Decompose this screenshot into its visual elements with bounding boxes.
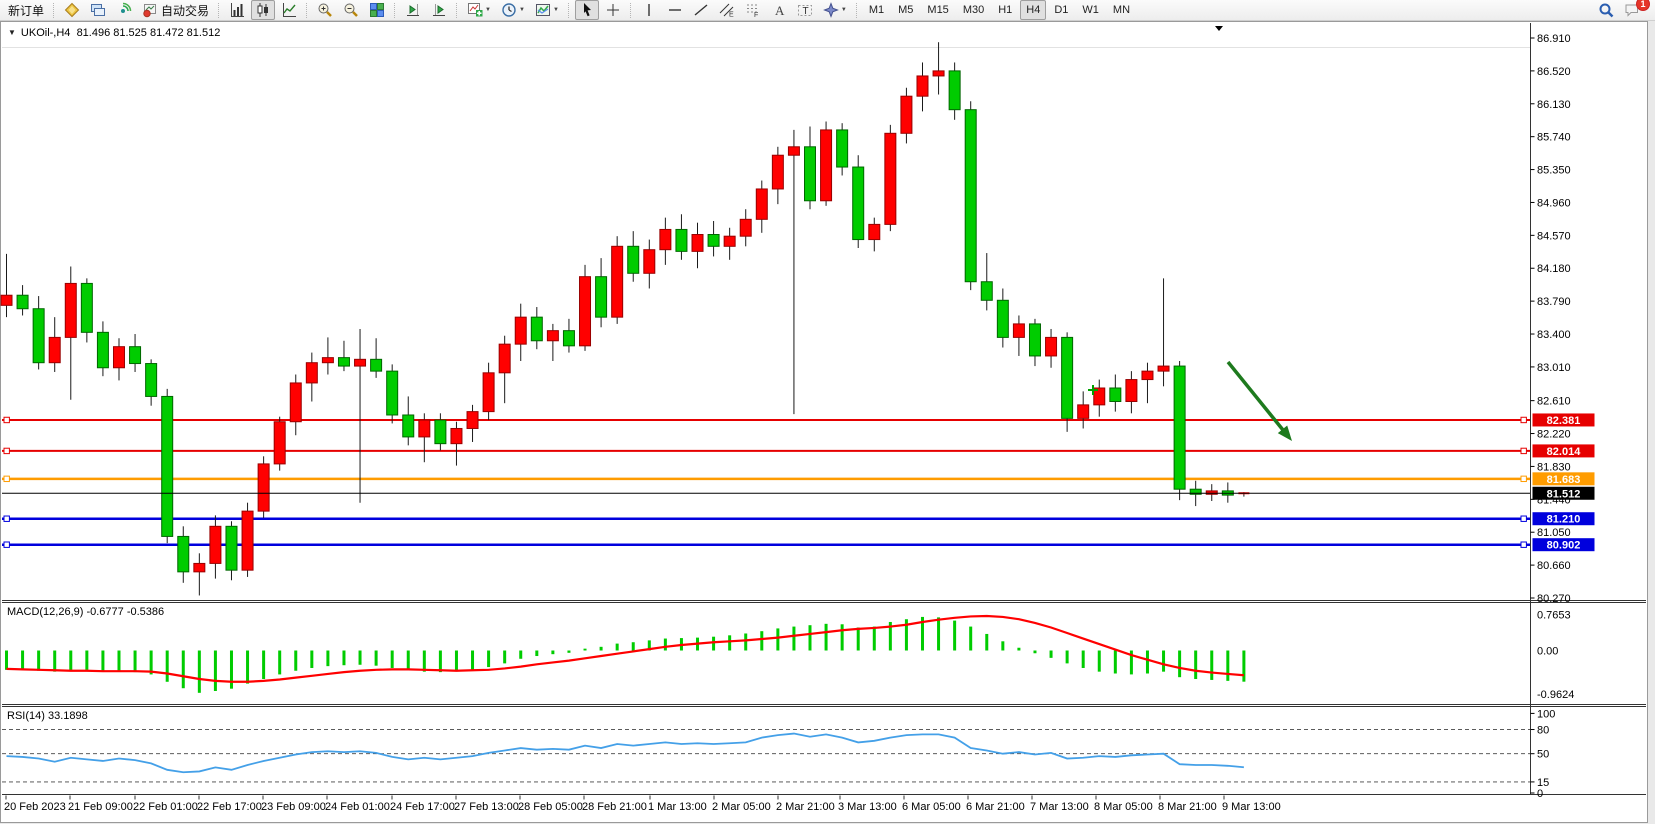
auto-scroll-icon [405, 2, 421, 18]
svg-text:A: A [775, 3, 785, 18]
horizontal-line-button[interactable] [663, 0, 687, 20]
rsi-indicator-label: RSI(14) 33.1898 [7, 710, 88, 722]
toolbar-right-group: 1 [1593, 0, 1645, 20]
new-order-button[interactable]: 新订单 [4, 0, 48, 20]
toolbar-separator [306, 3, 308, 18]
chevron-down-icon: ▼ [485, 7, 491, 13]
line-chart-icon [281, 2, 297, 18]
chevron-down-icon: ▼ [553, 7, 559, 13]
candlestick-chart-icon [255, 2, 271, 18]
text-icon: A [771, 2, 787, 18]
zoom-in-button[interactable] [313, 0, 337, 20]
templates-button[interactable]: ▼ [531, 0, 563, 20]
autotrade-icon [142, 2, 158, 18]
crosshair-button[interactable] [601, 0, 625, 20]
zoom-in-icon [317, 2, 333, 18]
timeframe-button-D1[interactable]: D1 [1048, 0, 1074, 20]
svg-text:F: F [754, 12, 758, 18]
cursor-icon [579, 2, 595, 18]
text-label-button[interactable]: T [793, 0, 817, 20]
toolbar-separator [856, 3, 858, 18]
cursor-button[interactable] [575, 0, 599, 20]
add-indicator-button[interactable]: ▼ [463, 0, 495, 20]
timeframe-button-W1[interactable]: W1 [1076, 0, 1105, 20]
search-button[interactable] [1594, 0, 1618, 20]
autotrade-button[interactable]: 自动交易 [138, 0, 213, 20]
zoom-out-icon [343, 2, 359, 18]
timeframe-button-M1[interactable]: M1 [863, 0, 890, 20]
equidistant-channel-button[interactable]: E [715, 0, 739, 20]
chart-shift-button[interactable] [427, 0, 451, 20]
symbol-period-label: UKOil-,H4 [21, 27, 71, 39]
collapse-arrow-icon[interactable]: ▼ [8, 28, 16, 37]
charm-icon [64, 2, 80, 18]
periodicity-button[interactable]: ▼ [497, 0, 529, 20]
trendline-button[interactable] [689, 0, 713, 20]
timeframe-button-M30[interactable]: M30 [957, 0, 990, 20]
tile-windows-button[interactable] [365, 0, 389, 20]
auto-scroll-button[interactable] [401, 0, 425, 20]
candlestick-chart-button[interactable] [251, 0, 275, 20]
horizontal-line-icon [667, 2, 683, 18]
add-indicator-icon [467, 2, 483, 18]
search-icon [1598, 2, 1614, 18]
vertical-line-button[interactable] [637, 0, 661, 20]
autotrade-button-label: 自动交易 [161, 2, 209, 19]
macd-indicator-label: MACD(12,26,9) -0.6777 -0.5386 [7, 606, 164, 618]
timeframe-button-MN[interactable]: MN [1107, 0, 1136, 20]
text-button[interactable]: A [767, 0, 791, 20]
zoom-out-button[interactable] [339, 0, 363, 20]
notification-badge: 1 [1636, 0, 1650, 11]
bar-chart-icon [229, 2, 245, 18]
fibonacci-button[interactable]: F [741, 0, 765, 20]
equidistant-channel-icon: E [719, 2, 735, 18]
fibonacci-icon: F [745, 2, 761, 18]
tile-windows-icon [369, 2, 385, 18]
text-label-icon: T [797, 2, 813, 18]
trendline-icon [693, 2, 709, 18]
timeframe-button-M15[interactable]: M15 [921, 0, 954, 20]
shapes-button[interactable]: ▼ [819, 0, 851, 20]
vertical-line-icon [641, 2, 657, 18]
ohlc-values: 81.496 81.525 81.472 81.512 [77, 27, 221, 39]
toolbar-separator [218, 3, 220, 18]
timeframe-button-H4[interactable]: H4 [1020, 0, 1046, 20]
shapes-icon [823, 2, 839, 18]
charm-button[interactable] [60, 0, 84, 20]
timeframe-button-M5[interactable]: M5 [892, 0, 919, 20]
chevron-down-icon: ▼ [841, 7, 847, 13]
toolbar-separator [630, 3, 632, 18]
chart-ohlc-header: ▼ UKOil-,H4 81.496 81.525 81.472 81.512 [8, 27, 220, 39]
line-chart-button[interactable] [277, 0, 301, 20]
toolbar-separator [568, 3, 570, 18]
computers-button[interactable] [86, 0, 110, 20]
toolbar-separator [53, 3, 55, 18]
crosshair-icon [605, 2, 621, 18]
computers-icon [90, 2, 106, 18]
signal-button[interactable] [112, 0, 136, 20]
chevron-down-icon: ▼ [519, 7, 525, 13]
chart-shift-icon [431, 2, 447, 18]
templates-icon [535, 2, 551, 18]
signal-icon [116, 2, 132, 18]
bar-chart-button[interactable] [225, 0, 249, 20]
main-toolbar: 新订单 自动交易 ▼ ▼ ▼ E F A T ▼ M1M5M15M30H1H4D1W1MN 1 [0, 0, 1655, 21]
periodicity-clock-icon [501, 2, 517, 18]
svg-text:T: T [802, 6, 808, 17]
new-order-button-label: 新订单 [8, 2, 44, 19]
notifications-button[interactable]: 1 [1620, 0, 1644, 20]
chart-window [0, 21, 1648, 823]
toolbar-separator [456, 3, 458, 18]
svg-text:E: E [729, 12, 734, 19]
timeframe-button-H1[interactable]: H1 [992, 0, 1018, 20]
toolbar-separator [394, 3, 396, 18]
